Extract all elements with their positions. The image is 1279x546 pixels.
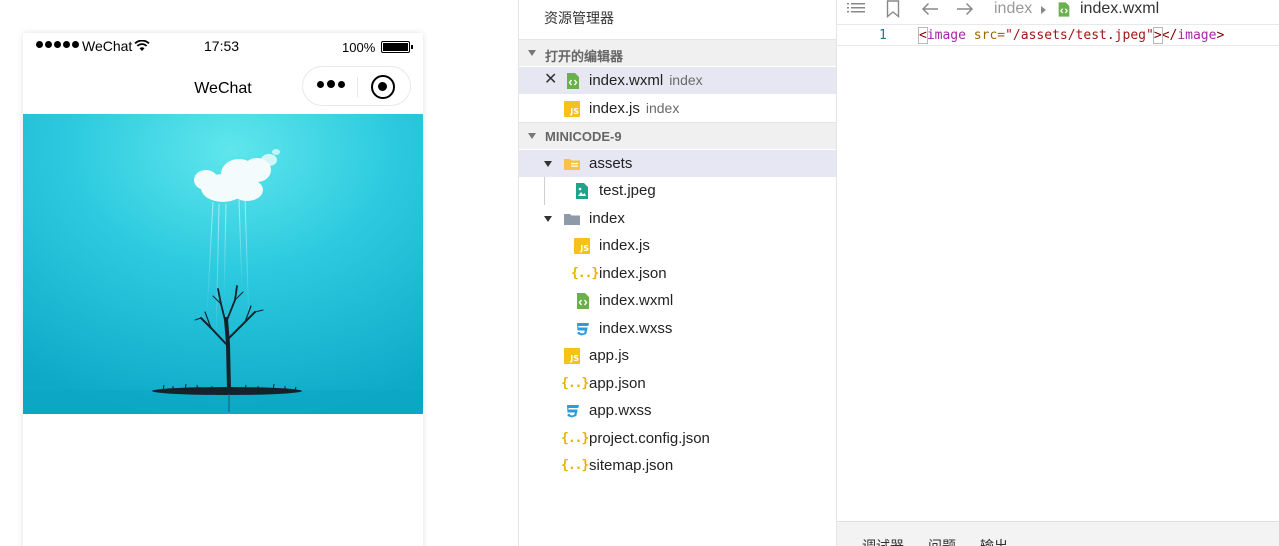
wxml-file-icon: [567, 73, 579, 89]
test-image: [23, 114, 423, 414]
status-time: 17:53: [204, 38, 240, 54]
carrier-label: WeChat: [82, 38, 133, 54]
js-file-icon: JS: [564, 348, 580, 364]
json-file-icon: {..}: [561, 376, 589, 391]
wxss-file-icon: [577, 323, 589, 336]
code-open-bracket: <: [918, 27, 928, 44]
tab-output[interactable]: 输出: [980, 536, 1008, 546]
signal-strength-icon: [36, 41, 79, 48]
tree-cloud-illustration: [23, 114, 423, 414]
code-tag-name: image: [926, 28, 966, 43]
open-editor-index-wxml[interactable]: ✕ index.wxml index: [519, 67, 836, 94]
menu-capsule: [302, 66, 411, 106]
json-file-icon: {..}: [561, 431, 589, 446]
js-file-icon: JS: [574, 238, 590, 254]
editor-toolbar: index index.wxml: [837, 0, 1279, 22]
tree-item-label: app.json: [589, 375, 646, 392]
folder-open-icon: [564, 159, 580, 170]
project-name: MINICODE-9: [545, 129, 622, 144]
folder-open-icon: [564, 214, 580, 225]
phone-frame: WeChat 17:53 100% WeChat: [23, 33, 423, 546]
code-editor: index index.wxml 1 <image src="/assets/t…: [837, 0, 1279, 546]
tree-item-label: index.js: [599, 237, 650, 254]
tree-file-project-config-json[interactable]: {..} project.config.json: [519, 425, 836, 452]
status-bar: WeChat 17:53 100%: [23, 33, 423, 61]
tree-folder-index[interactable]: index: [519, 205, 836, 232]
tree-file-app-js[interactable]: JS app.js: [519, 342, 836, 369]
back-arrow-icon[interactable]: [921, 2, 939, 16]
capsule-divider: [357, 77, 358, 97]
simulator-panel: WeChat 17:53 100% WeChat: [0, 0, 519, 546]
code-end-tag-name: image: [1177, 28, 1217, 43]
json-file-icon: {..}: [561, 458, 589, 473]
open-editors-header[interactable]: 打开的编辑器: [519, 39, 836, 66]
tree-item-label: sitemap.json: [589, 457, 674, 474]
code-attribute-value: "/assets/test.jpeg": [1005, 28, 1154, 43]
battery-percentage: 100%: [342, 40, 376, 55]
tree-file-app-wxss[interactable]: app.wxss: [519, 397, 836, 424]
image-file-icon: [576, 183, 588, 199]
tree-item-label: index: [589, 210, 625, 227]
wxml-file-icon: [577, 293, 589, 309]
js-file-icon: JS: [564, 101, 580, 117]
tree-file-test-jpeg[interactable]: test.jpeg: [519, 177, 836, 204]
bottom-panel-tabs: 调试器 问题 输出: [837, 521, 1279, 546]
bookmark-icon[interactable]: [886, 0, 900, 18]
tree-file-sitemap-json[interactable]: {..} sitemap.json: [519, 452, 836, 479]
code-attribute: src=: [965, 28, 1006, 43]
tree-file-index-wxss[interactable]: index.wxss: [519, 315, 836, 342]
more-icon[interactable]: [317, 80, 345, 88]
file-description: index: [669, 72, 703, 88]
expanded-caret-icon: [544, 161, 552, 167]
code-end-tag-close: >: [1216, 28, 1225, 43]
tree-item-label: index.json: [599, 265, 667, 282]
tree-file-index-js[interactable]: JS index.js: [519, 232, 836, 259]
close-icon[interactable]: ✕: [544, 72, 557, 88]
wifi-icon: [134, 40, 150, 51]
list-icon[interactable]: [847, 2, 865, 16]
tree-item-label: app.js: [589, 347, 630, 364]
tab-problems[interactable]: 问题: [928, 536, 956, 546]
breadcrumb-file[interactable]: index.wxml: [1080, 0, 1159, 18]
tree-file-index-wxml[interactable]: index.wxml: [519, 287, 836, 314]
project-header[interactable]: MINICODE-9: [519, 122, 836, 149]
code-close-bracket: >: [1152, 27, 1163, 44]
battery-icon: [381, 41, 413, 53]
expanded-caret-icon: [544, 216, 552, 222]
breadcrumb-separator-icon: [1041, 6, 1046, 14]
explorer-title: 资源管理器: [544, 10, 614, 26]
tree-file-index-json[interactable]: {..} index.json: [519, 260, 836, 287]
tree-folder-assets[interactable]: assets: [519, 150, 836, 177]
close-miniprogram-icon[interactable]: [371, 75, 395, 99]
open-editors-label: 打开的编辑器: [545, 49, 624, 64]
tab-debugger[interactable]: 调试器: [862, 536, 904, 546]
wxml-file-icon: [1058, 2, 1070, 17]
file-name: index.wxml: [589, 72, 664, 89]
navigation-bar: WeChat: [23, 61, 423, 114]
breadcrumb-folder[interactable]: index: [994, 0, 1032, 18]
wxss-file-icon: [567, 405, 579, 418]
file-explorer: 资源管理器 打开的编辑器 ✕ index.wxml index JS index.…: [519, 0, 837, 546]
tree-item-label: index.wxml: [599, 292, 674, 309]
file-description: index: [645, 100, 680, 116]
code-content[interactable]: <image src="/assets/test.jpeg"></image>: [918, 27, 1225, 44]
tree-file-app-json[interactable]: {..} app.json: [519, 370, 836, 397]
tree-item-label: project.config.json: [589, 430, 710, 447]
tree-item-label: test.jpeg: [599, 182, 656, 199]
tree-item-label: index.wxss: [599, 320, 673, 337]
tree-item-label: assets: [589, 155, 633, 172]
json-file-icon: {..}: [571, 266, 599, 281]
collapse-triangle-icon: [528, 133, 536, 139]
line-number: 1: [879, 28, 887, 43]
forward-arrow-icon[interactable]: [956, 2, 974, 16]
code-line[interactable]: 1 <image src="/assets/test.jpeg"></image…: [837, 24, 1279, 46]
collapse-triangle-icon: [528, 50, 536, 56]
code-end-tag-open: </: [1161, 28, 1178, 43]
file-name: index.js: [589, 100, 640, 117]
open-editor-index-js[interactable]: JS index.js index: [519, 95, 836, 122]
tree-item-label: app.wxss: [589, 402, 652, 419]
